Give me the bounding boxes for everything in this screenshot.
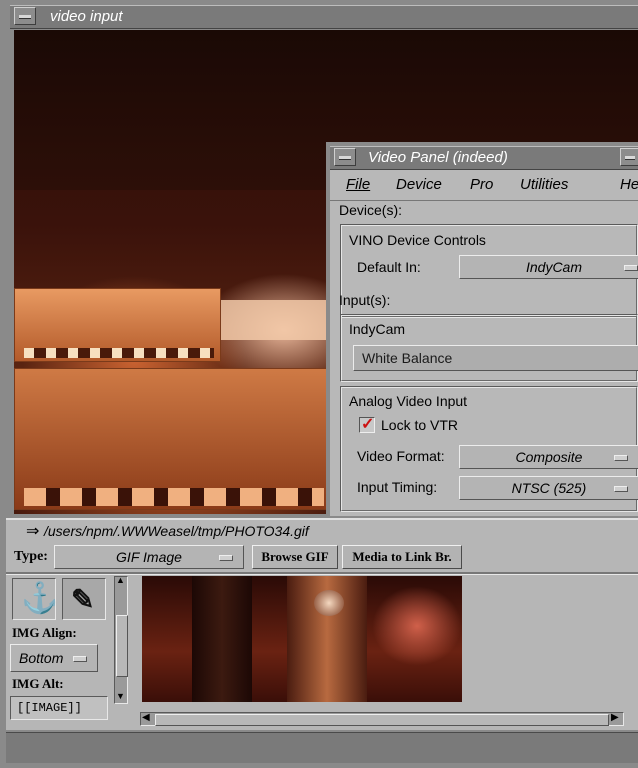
video-feed-chip-pins-2: [24, 488, 324, 506]
input-timing-label: Input Timing:: [357, 479, 438, 495]
video-feed-chip-pins-1: [24, 348, 214, 358]
link-tool-button[interactable]: ✎: [62, 578, 106, 620]
img-alt-label: IMG Alt:: [12, 676, 64, 691]
browse-gif-button[interactable]: Browse GIF: [252, 545, 338, 569]
indycam-group-title: IndyCam: [349, 321, 406, 337]
status-bar: [6, 732, 638, 763]
scroll-up-icon[interactable]: ▲: [116, 575, 125, 585]
white-balance-button[interactable]: White Balance: [353, 345, 638, 371]
path-text: /users/npm/.WWWeasel/tmp/PHOTO34.gif: [44, 523, 309, 539]
preview-highlight: [372, 586, 462, 666]
video-panel-body: File Device Pro Utilities He Device(s): …: [330, 170, 638, 516]
input-timing-value: NTSC (525): [511, 480, 587, 496]
horizontal-scroll-thumb[interactable]: [155, 714, 609, 726]
menu-help[interactable]: He: [620, 176, 638, 193]
minimize-icon[interactable]: [14, 7, 36, 25]
menu-file[interactable]: File: [346, 176, 370, 193]
scroll-down-icon[interactable]: ▼: [116, 691, 125, 701]
path-line: ⇒ /users/npm/.WWWeasel/tmp/PHOTO34.gif: [6, 522, 638, 542]
option-menu-icon: [73, 656, 87, 662]
menu-utilities[interactable]: Utilities: [520, 176, 568, 193]
editor-separator: [6, 572, 638, 575]
devices-label: Device(s):: [339, 202, 403, 218]
video-panel-titlebar[interactable]: Video Panel (indeed): [330, 146, 638, 170]
lock-to-vtr-checkbox[interactable]: ✓: [359, 416, 375, 433]
menu-pro[interactable]: Pro: [470, 176, 493, 193]
video-panel-title: Video Panel (indeed): [368, 149, 508, 166]
vertical-scrollbar[interactable]: ▲ ▼: [114, 575, 128, 704]
img-align-value: Bottom: [19, 650, 64, 666]
img-alt-input[interactable]: [[IMAGE]]: [10, 696, 108, 720]
default-in-value: IndyCam: [525, 259, 583, 275]
indycam-group: IndyCam White Balance: [340, 314, 638, 382]
scroll-right-icon[interactable]: ▶: [611, 712, 619, 723]
scroll-left-icon[interactable]: ◀: [142, 712, 150, 723]
img-align-select[interactable]: Bottom: [10, 644, 98, 672]
option-menu-icon: [219, 555, 233, 561]
anchor-tool-button[interactable]: ⚓: [12, 578, 59, 620]
option-menu-icon: [624, 265, 638, 271]
video-format-select[interactable]: Composite: [459, 445, 638, 469]
video-input-title: video input: [50, 8, 123, 25]
menu-device[interactable]: Device: [396, 176, 442, 193]
vino-group-title: VINO Device Controls: [349, 232, 486, 248]
image-preview: [142, 576, 462, 702]
default-in-label: Default In:: [357, 259, 421, 275]
input-timing-select[interactable]: NTSC (525): [459, 476, 638, 500]
default-in-select[interactable]: IndyCam: [459, 255, 638, 279]
link-tool-icon: ✎: [71, 584, 95, 615]
menu-bar: File Device Pro Utilities He: [330, 170, 638, 201]
lock-to-vtr-label: Lock to VTR: [381, 417, 459, 433]
type-value: GIF Image: [116, 549, 182, 565]
horizontal-scrollbar[interactable]: ◀ ▶: [140, 712, 624, 726]
preview-lens: [314, 590, 344, 616]
video-input-titlebar[interactable]: video input: [10, 5, 638, 29]
type-select[interactable]: GIF Image: [54, 545, 244, 569]
analog-video-group: Analog Video Input ✓ Lock to VTR Video F…: [340, 386, 638, 512]
minimize-icon[interactable]: [334, 148, 356, 166]
video-format-label: Video Format:: [357, 448, 445, 464]
window-menu-icon[interactable]: [620, 148, 638, 166]
checkmark-icon: ✓: [361, 416, 375, 433]
analog-group-title: Analog Video Input: [349, 393, 468, 409]
media-to-link-button[interactable]: Media to Link Br.: [342, 545, 462, 569]
option-menu-icon: [614, 455, 628, 461]
vertical-scroll-thumb[interactable]: [116, 615, 128, 677]
img-align-label: IMG Align:: [12, 625, 77, 640]
white-balance-label: White Balance: [362, 350, 453, 366]
option-menu-icon: [614, 486, 628, 492]
image-editor-window: ⇒ /users/npm/.WWWeasel/tmp/PHOTO34.gif T…: [6, 518, 638, 730]
inputs-label: Input(s):: [339, 292, 391, 308]
arrow-right-icon: ⇒: [26, 523, 40, 540]
preview-chip-left: [192, 576, 252, 702]
type-label: Type:: [14, 549, 48, 564]
video-format-value: Composite: [515, 449, 583, 465]
video-panel-window: Video Panel (indeed) File Device Pro Uti…: [326, 142, 638, 518]
anchor-icon: ⚓: [21, 582, 59, 615]
